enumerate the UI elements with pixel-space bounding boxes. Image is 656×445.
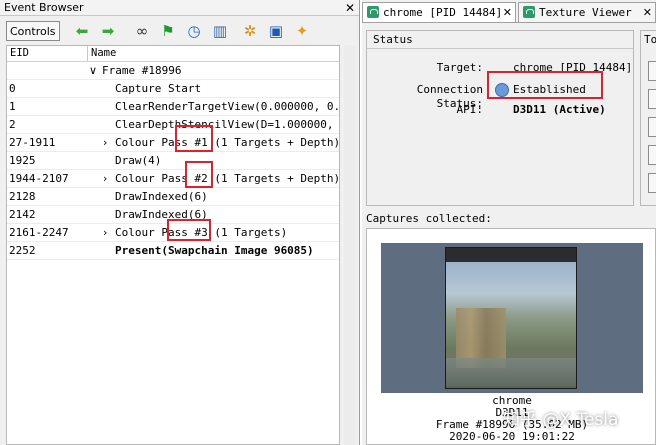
highlight-box [175,125,213,152]
row-eid: 1944-2107 [9,172,69,185]
table-row[interactable]: 2 ClearDepthStencilView(D=1.000000, … [7,116,339,134]
save-icon[interactable]: ▣ [266,21,286,41]
table-row[interactable]: 1944-2107 › Colour Pass #2 (1 Targets + … [7,170,341,188]
tools-group-title: To [644,33,656,46]
side-button[interactable] [648,61,656,81]
row-name: Frame #18996 [102,64,182,77]
close-icon[interactable]: ✕ [643,3,652,22]
capture-timestamp: 2020-06-20 19:01:22 [449,430,575,443]
tab-chrome[interactable]: chrome [PID 14484] ✕ [362,2,516,22]
table-row[interactable]: 27-1911 › Colour Pass #1 (1 Targets + De… [7,134,341,152]
vertical-scrollbar[interactable] [344,45,356,445]
table-row[interactable]: 0 Capture Start [7,80,339,98]
row-eid: 2161-2247 [9,226,69,239]
target-label: Target: [436,61,483,74]
tab-strip-divider [362,22,656,23]
row-eid: 1925 [9,154,36,167]
row-name: Draw(4) [115,154,162,167]
table-row[interactable]: 2252 Present(Swapchain Image 96085) [7,242,339,260]
table-row[interactable]: 1925 Draw(4) [7,152,339,170]
close-icon[interactable]: ✕ [503,3,512,22]
row-eid: 2128 [9,190,36,203]
event-browser-panel: Event Browser ✕ Controls ⬅ ➡ ∞ ⚑ ◷ ▥ ✲ ▣… [0,0,360,445]
side-button[interactable] [648,89,656,109]
capture-thumbnail[interactable] [381,243,643,393]
row-name: Capture Start [115,82,202,95]
clock-icon[interactable]: ◷ [184,21,204,41]
expand-icon[interactable]: › [103,170,107,187]
status-group: Status Target: chrome [PID 14484] Connec… [366,30,634,206]
row-name: ClearRenderTargetView(0.000000, 0.… [115,100,339,113]
row-eid: 2252 [9,244,36,257]
row-name: Colour Pass #1 (1 Targets + Depth) [115,136,341,149]
captures-list: chrome D3D11 Frame #18996 (35.02 MB) 202… [366,228,656,445]
row-eid: 0 [9,82,16,95]
flag-icon[interactable]: ⚑ [158,21,178,41]
connection-panel: chrome [PID 14484] ✕ Texture Viewer ✕ St… [362,0,656,445]
row-eid: 2142 [9,208,36,221]
binoculars-icon[interactable]: ∞ [132,21,152,41]
tab-label: chrome [PID 14484] [383,6,503,19]
side-button[interactable] [648,117,656,137]
connection-icon [367,6,379,18]
api-value: D3D11 (Active) [513,103,606,116]
chart-icon[interactable]: ▥ [210,21,230,41]
row-name: Present(Swapchain Image 96085) [115,244,314,257]
row-name: ClearDepthStencilView(D=1.000000, … [115,118,339,131]
tab-texture-viewer[interactable]: Texture Viewer ✕ [518,2,656,22]
side-button[interactable] [648,145,656,165]
event-browser-title-text: Event Browser [4,1,84,14]
row-eid: 27-1911 [9,136,56,149]
column-header-eid[interactable]: EID [10,46,29,61]
watermark-text: 知乎 @X Tesla [503,410,619,430]
table-row[interactable]: 1 ClearRenderTargetView(0.000000, 0.… [7,98,339,116]
close-icon[interactable]: ✕ [345,0,355,16]
highlight-box [167,219,211,241]
highlight-box [185,161,213,188]
puzzle-icon[interactable]: ✦ [292,21,312,41]
divider [367,48,633,49]
row-name: Colour Pass #2 (1 Targets + Depth) [115,172,341,185]
event-browser-toolbar: Controls ⬅ ➡ ∞ ⚑ ◷ ▥ ✲ ▣ ✦ [0,18,359,44]
expand-icon[interactable]: › [103,134,107,151]
captures-label: Captures collected: [366,212,492,225]
expand-icon[interactable]: › [103,224,107,241]
highlight-box [487,71,603,99]
gear-icon[interactable]: ✲ [240,21,260,41]
texture-icon [523,6,535,18]
row-eid: 2 [9,118,16,131]
capture-preview-image [445,247,577,389]
row-eid: 1 [9,100,16,113]
table-row[interactable]: ∨ Frame #18996 [7,62,339,80]
row-name: DrawIndexed(6) [115,190,208,203]
api-label: API: [456,103,484,116]
tools-group: To [640,30,656,206]
event-browser-title: Event Browser ✕ [0,0,359,16]
status-group-title: Status [373,33,413,46]
column-divider[interactable] [87,46,88,61]
event-table-header: EID Name [7,46,339,62]
side-button[interactable] [648,173,656,193]
tab-label: Texture Viewer [539,6,632,19]
arrow-left-icon[interactable]: ⬅ [72,21,92,41]
table-row[interactable]: 2128 DrawIndexed(6) [7,188,339,206]
arrow-right-icon[interactable]: ➡ [98,21,118,41]
controls-button[interactable]: Controls [6,21,60,41]
column-header-name[interactable]: Name [91,46,116,61]
river-graphic [446,358,576,386]
collapse-icon[interactable]: ∨ [89,62,97,79]
event-table: EID Name ∨ Frame #18996 0 Capture Start … [6,45,340,445]
